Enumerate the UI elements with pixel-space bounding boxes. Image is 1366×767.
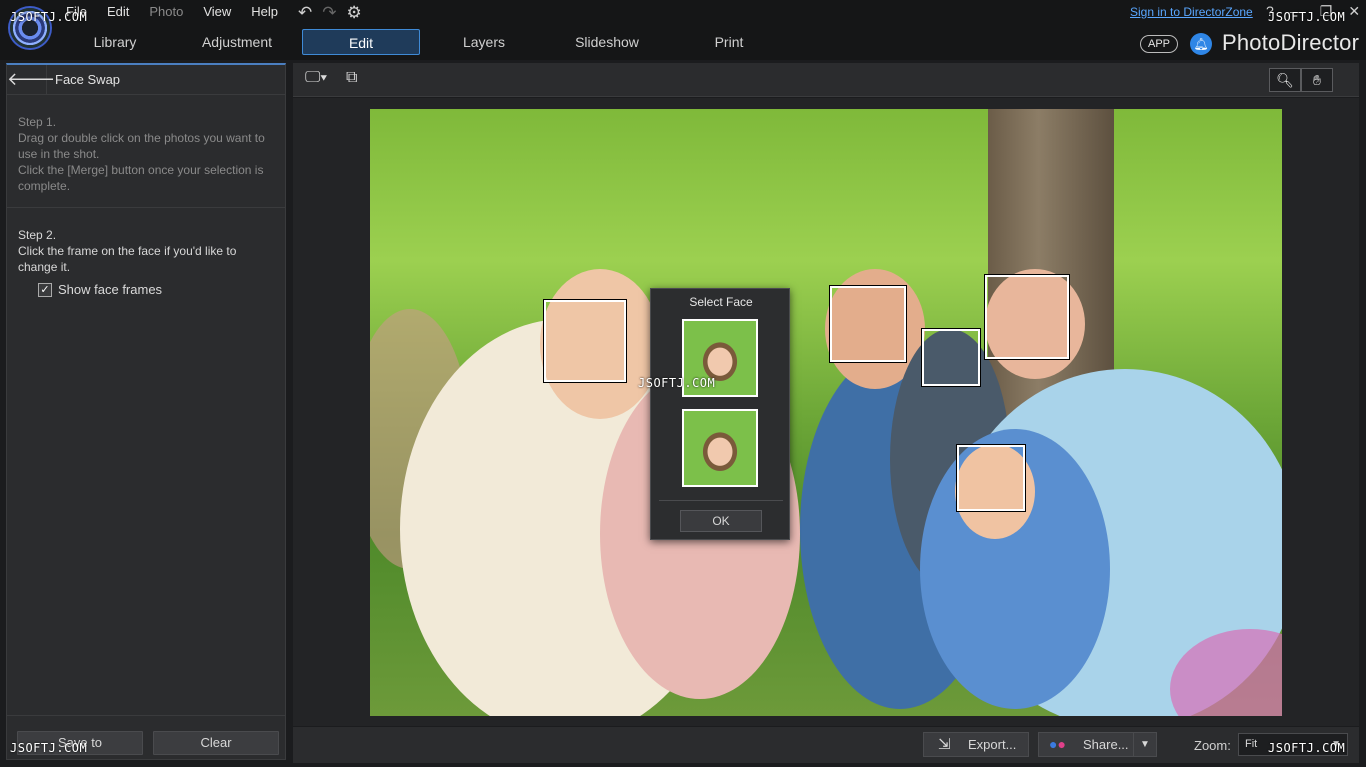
- watermark-top-left: JSOFTJ.COM: [10, 10, 88, 24]
- step1-instruction: Drag or double click on the photos you w…: [18, 131, 265, 161]
- step1-title: Step 1.: [18, 115, 57, 129]
- menu-photo[interactable]: Photo: [149, 4, 183, 19]
- history-tools: ↶ ↷ ⚙: [298, 3, 362, 23]
- gear-icon[interactable]: ⚙: [347, 3, 362, 23]
- redo-icon[interactable]: ↷: [322, 3, 336, 23]
- app-badge-button[interactable]: APP: [1140, 35, 1178, 53]
- face-frame-woman[interactable]: [543, 299, 627, 383]
- arrow-left-icon[interactable]: 🡐: [7, 65, 55, 95]
- menu-view[interactable]: View: [203, 4, 231, 19]
- tab-print[interactable]: Print: [700, 29, 758, 55]
- share-label: Share...: [1083, 737, 1129, 752]
- dialog-divider: [659, 500, 783, 501]
- hand-icon[interactable]: ✋︎: [1301, 68, 1333, 92]
- tab-adjustment[interactable]: Adjustment: [192, 29, 282, 55]
- tab-slideshow[interactable]: Slideshow: [567, 29, 647, 55]
- undo-icon[interactable]: ↶: [298, 3, 312, 23]
- menu-bar: File Edit Photo View Help: [66, 4, 278, 19]
- tab-edit[interactable]: Edit: [302, 29, 420, 55]
- share-dropdown-button[interactable]: ▼: [1133, 732, 1157, 757]
- watermark-top-right: JSOFTJ.COM: [1268, 10, 1346, 24]
- export-label: Export...: [968, 737, 1017, 752]
- dialog-title: Select Face: [689, 295, 753, 309]
- title-bar: File Edit Photo View Help ↶ ↷ ⚙ Sign in …: [0, 0, 1366, 26]
- photodirector-window: File Edit Photo View Help ↶ ↷ ⚙ Sign in …: [0, 0, 1366, 767]
- tab-layers[interactable]: Layers: [450, 29, 518, 55]
- face-frame-man[interactable]: [829, 285, 907, 363]
- show-face-frames-option[interactable]: ✓ Show face frames: [38, 282, 162, 297]
- family-photo[interactable]: [370, 109, 1282, 716]
- menu-help[interactable]: Help: [251, 4, 278, 19]
- brand-name: PhotoDirector: [1222, 30, 1360, 55]
- watermark-bottom-right: JSOFTJ.COM: [1268, 741, 1346, 755]
- panel-title: Face Swap: [55, 72, 121, 87]
- bell-icon[interactable]: 🔔︎: [1190, 33, 1212, 55]
- magnifier-icon[interactable]: 🔍︎: [1269, 68, 1301, 92]
- ok-button[interactable]: OK: [680, 510, 762, 532]
- share-icon: ●●: [1049, 736, 1066, 752]
- show-face-frames-checkbox[interactable]: ✓: [38, 282, 52, 297]
- face-frame-girl[interactable]: [956, 444, 1026, 512]
- step2-instruction: Click the frame on the face if you'd lik…: [18, 244, 237, 274]
- tab-library[interactable]: Library: [75, 29, 155, 55]
- face-option-2[interactable]: [682, 409, 758, 487]
- divider: [7, 207, 285, 208]
- menu-edit[interactable]: Edit: [107, 4, 129, 19]
- compare-icon[interactable]: ⧉: [346, 69, 357, 89]
- module-tabs: Library Adjustment Edit Layers Slideshow…: [0, 26, 1366, 60]
- bottom-bar: ⇲ Export... ●● Share... ▼ Zoom: Fit ▼: [293, 727, 1359, 763]
- export-icon: ⇲: [938, 736, 951, 753]
- face-frame-grandfather[interactable]: [984, 274, 1070, 360]
- face-frame-boy[interactable]: [921, 328, 981, 387]
- export-button[interactable]: ⇲ Export...: [923, 732, 1029, 757]
- show-face-frames-label: Show face frames: [58, 282, 163, 297]
- select-face-dialog: Select Face OK: [650, 288, 790, 540]
- watermark-center: JSOFTJ.COM: [638, 376, 716, 390]
- monitor-icon[interactable]: 🖵▾: [305, 69, 327, 89]
- clear-button[interactable]: Clear: [153, 731, 279, 755]
- step1-instruction-2: Click the [Merge] button once your selec…: [18, 163, 264, 193]
- zoom-value: Fit: [1245, 738, 1258, 750]
- close-icon[interactable]: ✕: [1348, 3, 1360, 20]
- step1-text: Step 1. Drag or double click on the phot…: [18, 114, 278, 194]
- panel-header: 🡐 Face Swap: [7, 65, 285, 95]
- watermark-bottom-left: JSOFTJ.COM: [10, 741, 88, 755]
- face-swap-panel: 🡐 Face Swap Step 1. Drag or double click…: [6, 63, 286, 760]
- step2-title: Step 2.: [18, 228, 57, 242]
- editor-toolbar: 🖵▾ ⧉ 🔍︎ ✋︎: [293, 63, 1359, 97]
- view-tools: 🔍︎ ✋︎: [1269, 68, 1333, 92]
- zoom-label: Zoom:: [1194, 738, 1231, 753]
- step2-text: Step 2. Click the frame on the face if y…: [18, 227, 278, 275]
- share-button[interactable]: ●● Share...: [1038, 732, 1134, 757]
- sign-in-link[interactable]: Sign in to DirectorZone: [1130, 5, 1253, 19]
